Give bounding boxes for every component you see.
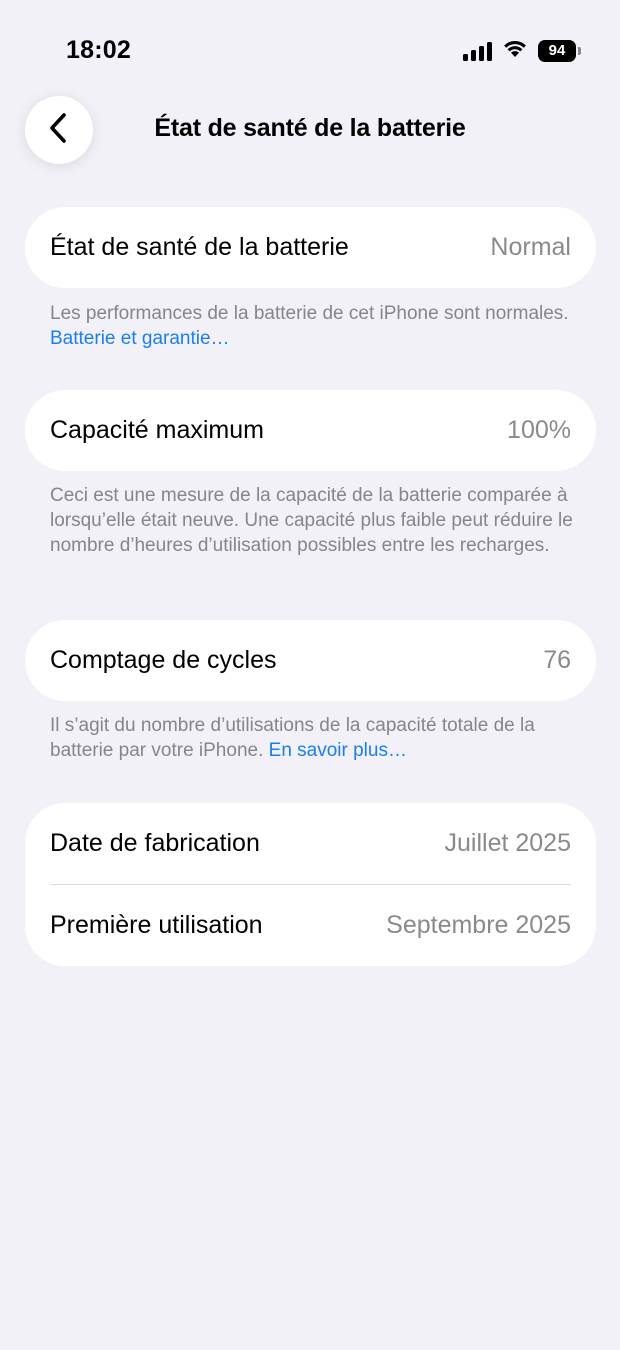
battery-health-row: État de santé de la batterie Normal <box>25 207 596 288</box>
max-capacity-row: Capacité maximum 100% <box>25 390 596 471</box>
first-use-label: Première utilisation <box>50 911 263 939</box>
cycle-count-label: Comptage de cycles <box>50 646 277 674</box>
battery-health-footnote-text: Les performances de la batterie de cet i… <box>50 303 569 324</box>
learn-more-link[interactable]: En savoir plus… <box>269 740 407 761</box>
battery-warranty-link[interactable]: Batterie et garantie… <box>50 328 230 349</box>
battery-health-footnote: Les performances de la batterie de cet i… <box>50 301 580 351</box>
wifi-icon <box>502 38 528 63</box>
cycle-count-row: Comptage de cycles 76 <box>25 620 596 701</box>
manufacture-date-label: Date de fabrication <box>50 829 260 857</box>
battery-health-label: État de santé de la batterie <box>50 233 349 261</box>
max-capacity-label: Capacité maximum <box>50 416 264 444</box>
cycle-count-card: Comptage de cycles 76 <box>25 620 596 701</box>
cycle-count-footnote: Il s’agit du nombre d’utilisations de la… <box>50 713 580 763</box>
status-time: 18:02 <box>66 36 131 64</box>
battery-icon: 94 <box>538 39 581 62</box>
status-icons: 94 <box>463 38 581 63</box>
first-use-value: Septembre 2025 <box>386 911 571 939</box>
manufacture-date-row: Date de fabrication Juillet 2025 <box>25 803 596 884</box>
max-capacity-card: Capacité maximum 100% <box>25 390 596 471</box>
max-capacity-footnote: Ceci est une mesure de la capacité de la… <box>50 485 573 556</box>
page-title: État de santé de la batterie <box>154 114 466 142</box>
max-capacity-value: 100% <box>507 416 571 444</box>
battery-health-card: État de santé de la batterie Normal <box>25 207 596 288</box>
dates-card: Date de fabrication Juillet 2025 Premièr… <box>25 803 596 966</box>
battery-health-value: Normal <box>490 233 571 261</box>
manufacture-date-value: Juillet 2025 <box>444 829 571 857</box>
battery-level: 94 <box>548 42 566 59</box>
first-use-row: Première utilisation Septembre 2025 <box>25 885 596 966</box>
cycle-count-value: 76 <box>543 646 571 674</box>
status-bar: 18:02 94 <box>0 0 620 100</box>
cellular-signal-icon <box>463 41 492 61</box>
